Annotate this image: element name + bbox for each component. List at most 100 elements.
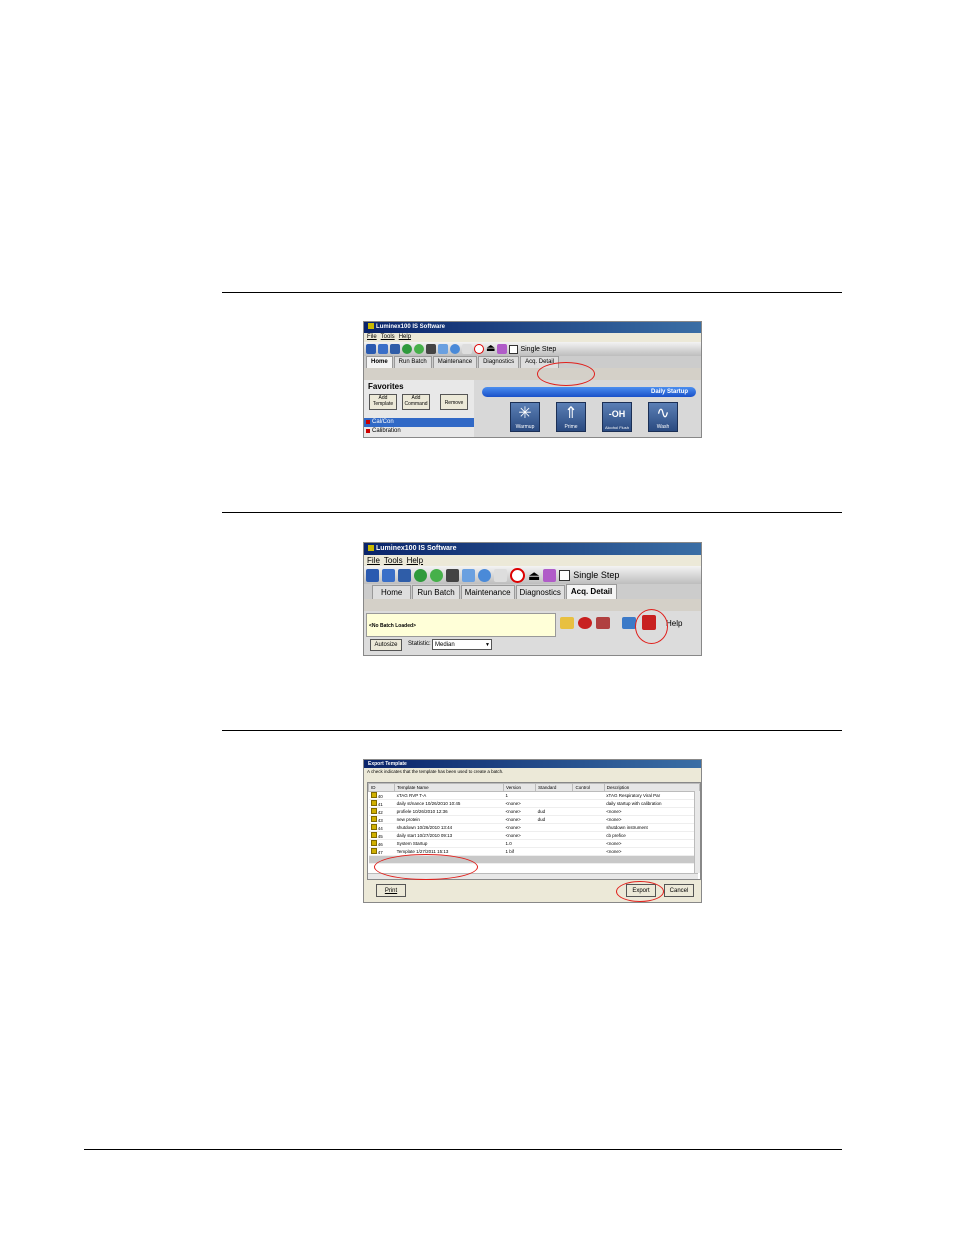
syringe-icon[interactable] — [494, 568, 507, 582]
toolbar: ⏏ Single Step — [364, 342, 701, 356]
folder-icon[interactable] — [560, 617, 574, 629]
syringe-icon[interactable] — [462, 344, 472, 354]
no-entry-icon[interactable] — [474, 344, 484, 354]
new-batch-icon[interactable] — [366, 568, 379, 582]
stop-icon[interactable] — [446, 568, 459, 582]
tab-diagnostics[interactable]: Diagnostics — [478, 356, 520, 368]
tab-run-batch[interactable]: Run Batch — [412, 585, 460, 599]
tab-maintenance[interactable]: Maintenance — [460, 585, 515, 599]
save-icon[interactable] — [390, 344, 400, 354]
no-entry-icon[interactable] — [510, 567, 525, 583]
table-row[interactable]: 43 new protein <none> dud <none> — [368, 815, 700, 824]
open-icon[interactable] — [382, 568, 395, 582]
chevron-down-icon: ▼ — [485, 642, 490, 648]
highlight-export-icon — [635, 609, 668, 644]
batch-status-box: <No Batch Loaded> — [366, 613, 556, 637]
table-row[interactable]: 45 daily start 10/27/2010 09:13 <none> cb p… — [368, 831, 700, 840]
single-step-label: Single Step — [573, 570, 620, 580]
vertical-scrollbar[interactable] — [694, 791, 700, 873]
monitor-icon[interactable] — [622, 617, 636, 629]
template-icon — [370, 848, 377, 854]
tab-acq-detail[interactable]: Acq. Detail — [565, 584, 618, 599]
fav-item-calibration[interactable]: Calibration — [364, 427, 474, 436]
menu-help[interactable]: Help — [407, 556, 423, 565]
prime-icon[interactable]: ⇑ Prime — [556, 402, 586, 432]
wash-icon[interactable]: ∿ Wash — [648, 402, 678, 432]
toolbar: ⏏ Single Step — [364, 566, 701, 584]
eject-icon[interactable]: ⏏ — [528, 569, 540, 582]
app-icon — [368, 323, 374, 330]
col-description[interactable]: Description — [603, 783, 700, 792]
tab-bar: Home Run Batch Maintenance Diagnostics A… — [364, 584, 701, 599]
eraser-icon[interactable] — [543, 568, 557, 582]
col-standard[interactable]: Standard — [535, 783, 574, 792]
menu-tools[interactable]: Tools — [384, 556, 403, 565]
alcohol-flush-icon[interactable]: -OH Alcohol Flush — [602, 402, 632, 432]
tab-maintenance[interactable]: Maintenance — [432, 356, 478, 368]
single-step-label: Single Step — [520, 345, 557, 353]
highlight-acq-detail-tab — [537, 362, 595, 386]
tab-home[interactable]: Home — [372, 585, 412, 599]
pipette-icon[interactable] — [596, 617, 610, 629]
table-row[interactable]: 46 System Startup 1.0 <none> — [368, 839, 700, 848]
green-disc-icon[interactable] — [402, 344, 412, 354]
tab-diagnostics[interactable]: Diagnostics — [515, 585, 565, 599]
green-disc-icon[interactable] — [414, 568, 427, 582]
green-gem-icon[interactable] — [414, 344, 424, 354]
statistic-select[interactable]: Median ▼ — [432, 639, 492, 650]
template-icon — [370, 824, 377, 830]
single-step-checkbox[interactable] — [559, 569, 571, 581]
eraser-icon[interactable] — [497, 344, 508, 354]
table-row[interactable]: 42 profiele 10/26/2010 12:36 <none> dud <non… — [368, 807, 700, 816]
template-icon — [370, 808, 377, 814]
fav-item-calcon[interactable]: Cal/Con — [364, 418, 474, 427]
template-table: ID Template Name Version Standard Contro… — [368, 783, 700, 864]
remove-button[interactable]: Remove — [440, 394, 468, 410]
col-control[interactable]: Control — [572, 783, 605, 792]
screenshot-acq-detail: Luminex100 IS Software File Tools Help ⏏ S… — [363, 542, 702, 656]
print-button[interactable]: Print — [376, 884, 406, 897]
save-icon[interactable] — [398, 568, 411, 582]
report-icon[interactable] — [462, 568, 475, 582]
single-step-checkbox[interactable] — [509, 344, 519, 354]
help-button[interactable]: Help — [666, 619, 682, 628]
stop-icon[interactable] — [426, 344, 436, 354]
warmup-icon[interactable]: ✳ Warmup — [510, 402, 540, 432]
col-version[interactable]: Version — [502, 783, 537, 792]
tab-run-batch[interactable]: Run Batch — [393, 356, 432, 368]
menu-file[interactable]: File — [367, 556, 380, 565]
table-row[interactable]: 41 daily st/nance 10/26/2010 10:45 <none> d… — [368, 799, 700, 808]
open-icon[interactable] — [378, 344, 388, 354]
favorites-panel: Favorites Add Template Add Command Remov… — [364, 380, 474, 437]
statistic-value: Median — [435, 642, 455, 648]
template-icon — [370, 840, 377, 846]
alcohol-flush-label: Alcohol Flush — [604, 425, 629, 430]
add-command-button[interactable]: Add Command — [402, 394, 430, 410]
globe-icon[interactable] — [478, 568, 491, 582]
daily-startup-bar: Daily Startup — [482, 387, 696, 397]
tab-home[interactable]: Home — [366, 356, 393, 368]
highlight-template-row — [374, 854, 478, 880]
menu-bar: File Tools Help — [364, 555, 701, 566]
divider-2 — [222, 512, 842, 513]
window-titlebar: Luminex100 IS Software — [364, 543, 701, 555]
report-icon[interactable] — [438, 344, 448, 354]
add-template-button[interactable]: Add Template — [369, 394, 397, 410]
menu-file[interactable]: File — [367, 334, 377, 340]
statistic-label: Statistic: — [408, 641, 431, 647]
red-probe-icon[interactable] — [578, 617, 592, 629]
autosize-button[interactable]: Autosize — [370, 639, 402, 651]
green-gem-icon[interactable] — [430, 568, 443, 582]
dialog-title: Export Template — [368, 761, 407, 767]
menu-help[interactable]: Help — [399, 334, 411, 340]
table-row[interactable]: 44 shutdown 10/26/2010 13:44 <none> shutdow… — [368, 823, 700, 832]
new-batch-icon[interactable] — [366, 344, 376, 354]
col-id[interactable]: ID — [368, 783, 396, 792]
menu-tools[interactable]: Tools — [381, 334, 395, 340]
table-row[interactable]: 40 xTAG RVP T-A 1 xTAG Respiratory Viral Pa… — [368, 791, 700, 800]
globe-icon[interactable] — [450, 344, 460, 354]
col-name[interactable]: Template Name — [394, 783, 504, 792]
cancel-button[interactable]: Cancel — [664, 884, 694, 897]
eject-icon[interactable]: ⏏ — [486, 344, 495, 354]
screenshot-home: Luminex100 IS Software File Tools Help ⏏ S… — [363, 321, 702, 438]
